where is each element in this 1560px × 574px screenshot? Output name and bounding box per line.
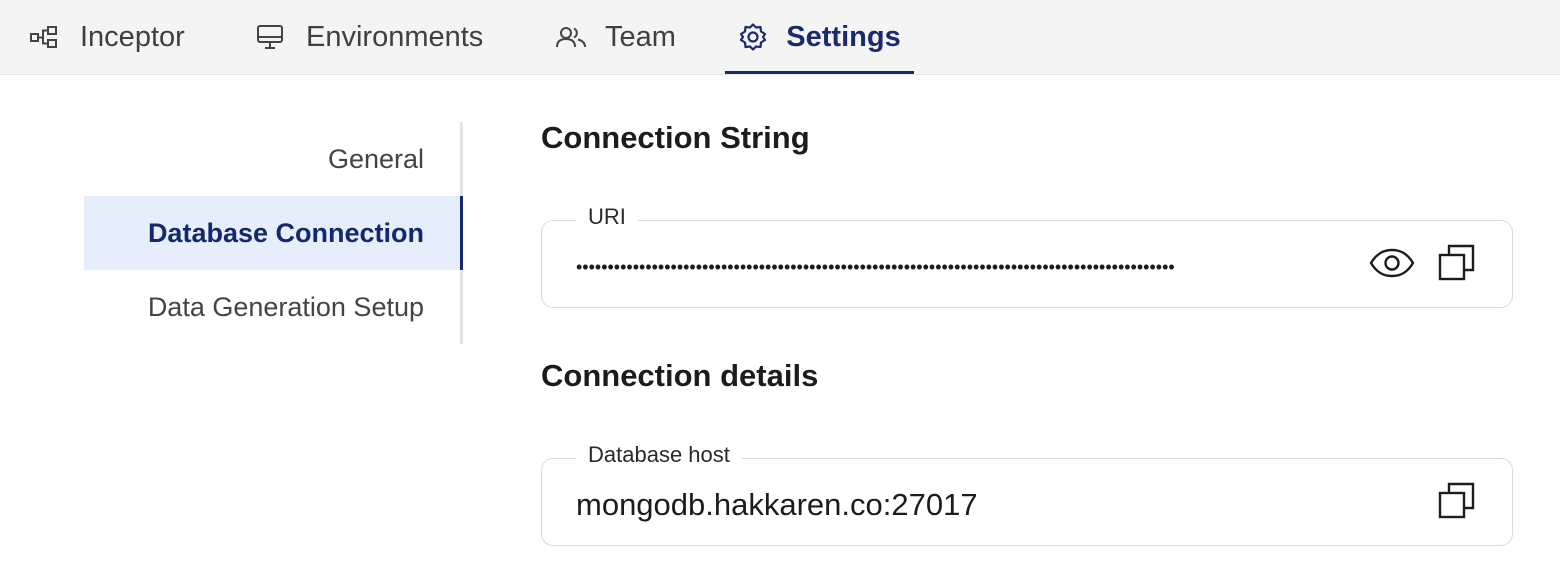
sidebar-item-label: Database Connection [147, 217, 424, 248]
sidebar-item-label: Data Generation Setup [147, 291, 424, 322]
gear-icon [738, 22, 768, 52]
sidebar-item-general[interactable]: General [84, 122, 460, 196]
tab-environments[interactable]: Environments [256, 0, 483, 74]
tab-label: Team [605, 20, 676, 53]
tab-team[interactable]: Team [555, 0, 676, 74]
settings-sidebar: General Database Connection Data Generat… [84, 122, 463, 344]
tab-settings[interactable]: Settings [725, 0, 914, 74]
eye-icon [1369, 248, 1415, 283]
users-icon [555, 25, 587, 49]
copy-uri-button[interactable] [1435, 243, 1479, 287]
sidebar-item-database-connection[interactable]: Database Connection [84, 196, 463, 270]
copy-icon [1438, 482, 1476, 525]
copy-host-button[interactable] [1435, 481, 1479, 525]
uri-label: URI [576, 204, 638, 230]
database-host-value[interactable]: mongodb.hakkaren.co:27017 [576, 487, 978, 523]
copy-icon [1438, 244, 1476, 287]
active-tab-indicator [725, 71, 914, 74]
database-host-field[interactable]: Database host mongodb.hakkaren.co:27017 [541, 442, 1513, 546]
diagram-icon [30, 25, 58, 49]
sidebar-item-label: General [327, 143, 424, 174]
connection-string-heading: Connection String [541, 120, 810, 155]
uri-field[interactable]: URI ••••••••••••••••••••••••••••••••••••… [541, 204, 1513, 308]
top-navigation-bar: Inceptor Environments Team Settings [0, 0, 1560, 75]
uri-masked-value[interactable]: ••••••••••••••••••••••••••••••••••••••••… [576, 257, 1356, 271]
connection-details-heading: Connection details [541, 358, 819, 393]
sidebar-item-data-generation-setup[interactable]: Data Generation Setup [84, 270, 460, 344]
show-password-button[interactable] [1369, 243, 1415, 287]
database-host-label: Database host [576, 442, 742, 468]
tab-inceptor[interactable]: Inceptor [30, 0, 185, 74]
monitor-icon [256, 24, 284, 50]
tab-label: Settings [786, 20, 901, 53]
tab-label: Inceptor [80, 20, 185, 53]
tab-label: Environments [306, 20, 484, 53]
